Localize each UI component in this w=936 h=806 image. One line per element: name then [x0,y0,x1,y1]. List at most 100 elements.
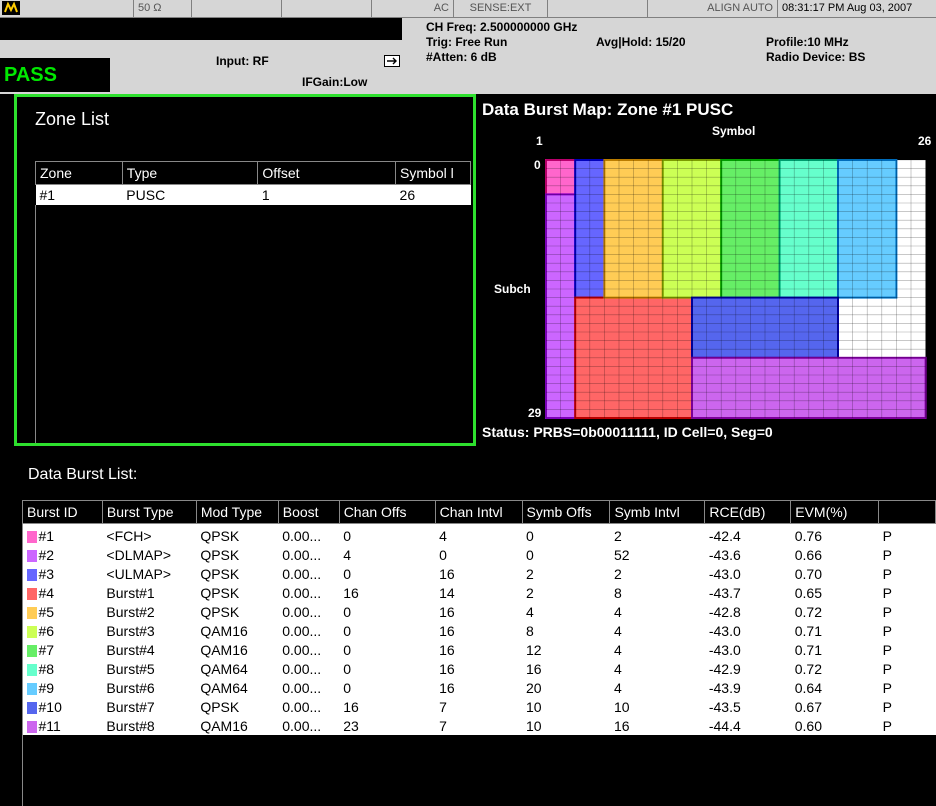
cell-symb-intvl: 4 [609,659,705,678]
cell-boost: 0.00... [278,545,340,564]
cell-chan-intvl: 7 [435,716,522,735]
cell-rce: -43.0 [704,621,791,640]
header-burst-id[interactable]: Burst ID [22,500,103,524]
cell-chan-offs: 16 [339,583,436,602]
cell-chan-offs: 4 [339,545,436,564]
align-segment: ALIGN AUTO [648,0,778,17]
cell-chan-offs: 23 [339,716,436,735]
cell-result: P [878,640,936,659]
header-symb-intvl[interactable]: Symb Intvl [609,500,706,524]
cell-chan-offs: 16 [339,697,436,716]
burst-color-swatch [26,530,37,543]
cell-symb-offs: 20 [522,678,610,697]
cell-chan-offs: 0 [339,640,436,659]
cell-chan-intvl: 16 [435,564,522,583]
zone-list-title: Zone List [35,109,110,129]
cell-symb-offs: 2 [522,564,610,583]
burst-map-status: Status: PRBS=0b00011111, ID Cell=0, Seg=… [482,424,773,440]
header-rce[interactable]: RCE(dB) [704,500,792,524]
trigger-label: Trig: Free Run [426,35,508,49]
cell-burst-type: Burst#8 [102,716,197,735]
cell-burst-type: <FCH> [102,523,197,545]
cell-boost: 0.00... [278,621,340,640]
cell-symb-offs: 4 [522,602,610,621]
burst-id-text: #9 [38,679,55,696]
zone-header-zone[interactable]: Zone [35,161,123,185]
status-segment-row: 50 Ω AC SENSE:EXT ALIGN AUTO 08:31:17 PM… [0,0,936,18]
header-burst-type[interactable]: Burst Type [101,500,197,524]
burst-table: Burst ID Burst Type Mod Type Boost Chan Offs… [22,500,936,735]
table-row[interactable]: #9 Burst#6 QAM64 0.00... 0 16 20 4 -43.9 0.64 P [22,678,936,697]
header-result[interactable] [878,500,936,524]
cell-symb-intvl: 16 [609,716,705,735]
table-row[interactable]: #4 Burst#1 QPSK 0.00... 16 14 2 8 -43.7 0.65 P [22,583,936,602]
header-mod-type[interactable]: Mod Type [195,500,279,524]
table-row[interactable]: #6 Burst#3 QAM16 0.00... 0 16 8 4 -43.0 0.71 P [22,621,936,640]
table-row[interactable]: #11 Burst#8 QAM16 0.00... 23 7 10 16 -44.4 0.60 P [22,716,936,735]
burst-color-swatch [26,644,37,657]
cell-boost: 0.00... [278,640,340,659]
cell-chan-intvl: 16 [435,659,522,678]
table-row[interactable]: #2 <DLMAP> QPSK 0.00... 4 0 0 52 -43.6 0.66 P [22,545,936,564]
cell-boost: 0.00... [278,523,340,545]
zone-cell: #1 [35,184,123,205]
cell-mod-type: QPSK [196,697,279,716]
burst-id-text: #1 [38,527,55,544]
cell-mod-type: QPSK [196,564,279,583]
cell-chan-intvl: 14 [435,583,522,602]
burst-color-swatch [26,568,37,581]
cell-evm: 0.60 [790,716,879,735]
table-row[interactable]: #1 PUSC 1 26 [35,184,471,205]
header-symb-offs[interactable]: Symb Offs [521,500,611,524]
cell-evm: 0.67 [790,697,879,716]
cell-chan-intvl: 0 [435,545,522,564]
cell-chan-offs: 0 [339,564,436,583]
table-row[interactable]: #5 Burst#2 QPSK 0.00... 0 16 4 4 -42.8 0.72 P [22,602,936,621]
zone-table: Zone Type Offset Symbol l #1 PUSC 1 26 [35,161,471,205]
header-chan-offs[interactable]: Chan Offs [338,500,436,524]
atten-label: #Atten: 6 dB [426,50,497,64]
cell-mod-type: QPSK [196,545,279,564]
datetime-segment: 08:31:17 PM Aug 03, 2007 [782,2,913,14]
zone-header-symbol[interactable]: Symbol l [395,161,471,185]
table-row[interactable]: #7 Burst#4 QAM16 0.00... 0 16 12 4 -43.0 0.71 P [22,640,936,659]
cell-rce: -43.5 [704,697,791,716]
zone-symbol-cell: 26 [395,184,471,205]
cell-burst-id: #11 [22,716,103,735]
status-segment-blank-3 [548,0,648,17]
table-row[interactable]: #1 <FCH> QPSK 0.00... 0 4 0 2 -42.4 0.76 P [22,523,936,545]
cell-chan-intvl: 7 [435,697,522,716]
table-row[interactable]: #10 Burst#7 QPSK 0.00... 16 7 10 10 -43.5 0.67 P [22,697,936,716]
header-evm[interactable]: EVM(%) [790,500,880,524]
cell-chan-intvl: 16 [435,602,522,621]
status-segment-blank-2 [282,0,372,17]
cell-result: P [878,564,936,583]
header-boost[interactable]: Boost [277,500,340,524]
burst-id-text: #3 [38,565,55,582]
cell-chan-intvl: 16 [435,621,522,640]
cell-chan-intvl: 16 [435,678,522,697]
cell-result: P [878,678,936,697]
zone-header-offset[interactable]: Offset [257,161,397,185]
cell-result: P [878,583,936,602]
zone-list-panel[interactable]: Zone List Zone Type Offset Symbol l #1 P… [14,94,476,446]
burst-map-panel[interactable]: Data Burst Map: Zone #1 PUSC Symbol 1 26… [478,94,936,448]
cell-boost: 0.00... [278,678,340,697]
input-toggle-icon[interactable] [384,54,400,67]
burst-color-swatch [26,682,37,695]
burst-id-text: #5 [38,603,55,620]
table-row[interactable]: #3 <ULMAP> QPSK 0.00... 0 16 2 2 -43.0 0.70 P [22,564,936,583]
cell-symb-intvl: 10 [609,697,705,716]
cell-symb-intvl: 52 [609,545,705,564]
burst-map-grid[interactable] [478,94,936,448]
zone-header-type[interactable]: Type [121,161,259,185]
sense-segment: SENSE:EXT [454,0,548,17]
burst-id-text: #10 [38,698,62,715]
cell-symb-intvl: 4 [609,621,705,640]
cell-rce: -43.7 [704,583,791,602]
pass-indicator: PASS [0,58,110,92]
header-chan-intvl[interactable]: Chan Intvl [434,500,523,524]
table-row[interactable]: #8 Burst#5 QAM64 0.00... 0 16 16 4 -42.9 0.72 P [22,659,936,678]
cell-evm: 0.72 [790,602,879,621]
status-left-black [0,18,402,40]
